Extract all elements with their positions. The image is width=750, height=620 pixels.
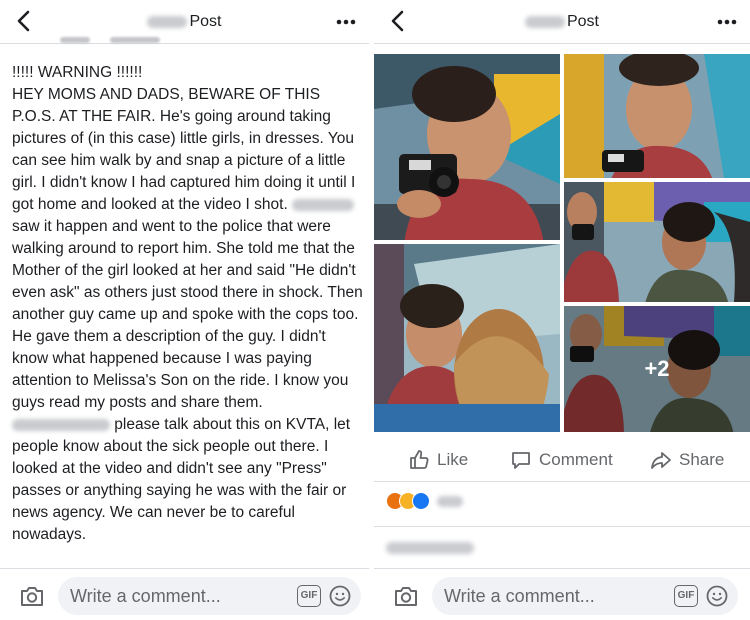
divider — [374, 526, 750, 527]
photo-man-near-girl — [374, 244, 560, 432]
blurred-tagged-name — [292, 198, 355, 211]
comment-label: Comment — [539, 450, 613, 469]
comment-placeholder: Write a comment... — [70, 586, 221, 606]
like-reaction-icon — [412, 492, 430, 510]
page-title: Post — [0, 13, 369, 31]
thumbs-up-icon — [410, 450, 429, 469]
like-label: Like — [437, 450, 469, 469]
photo-man-with-camera — [374, 54, 560, 240]
post-meta-cutoff — [40, 34, 160, 46]
photo-man-and-woman — [564, 182, 750, 302]
share-arrow-icon — [651, 452, 671, 469]
camera-icon[interactable] — [392, 583, 420, 609]
comment-input[interactable]: Write a comment... GIF — [58, 577, 361, 615]
photo-grid: +2 — [374, 54, 750, 432]
post-text-part-2: saw it happen and went to the police tha… — [12, 218, 363, 411]
photo-tile[interactable] — [374, 54, 560, 240]
comment-bar: Write a comment... GIF — [0, 568, 369, 620]
photo-tile-more[interactable]: +2 — [564, 306, 750, 432]
gif-icon[interactable]: GIF — [297, 585, 321, 607]
share-label: Share — [679, 450, 725, 469]
post-text-part-1: !!!!! WARNING !!!!!! HEY MOMS AND DADS, … — [12, 64, 356, 213]
photo-tile[interactable] — [374, 244, 560, 432]
top-bar: Post — [374, 0, 750, 44]
camera-icon[interactable] — [18, 583, 46, 609]
like-button[interactable]: Like — [408, 448, 468, 472]
post-photos-panel: Post +2 Like Comment Share Write a comme… — [374, 0, 750, 620]
emoji-icon[interactable] — [329, 585, 351, 607]
comment-button[interactable]: Comment — [510, 448, 613, 472]
post-text-part-3: please talk about this on KVTA, let peop… — [12, 416, 351, 543]
more-photos-count: +2 — [644, 356, 670, 381]
page-title: Post — [374, 13, 750, 31]
photo-man-looking-down — [564, 54, 750, 178]
photo-tile[interactable] — [564, 182, 750, 302]
comment-bar: Write a comment... GIF — [374, 568, 750, 620]
gif-icon[interactable]: GIF — [674, 585, 698, 607]
top-bar: Post — [0, 0, 369, 44]
post-text-panel: Post !!!!! WARNING !!!!!! HEY MOMS AND D… — [0, 0, 369, 620]
more-options-icon[interactable] — [716, 12, 738, 32]
comment-placeholder: Write a comment... — [444, 586, 595, 606]
post-actions-bar: Like Comment Share — [374, 438, 750, 482]
blurred-author-name — [147, 15, 188, 28]
more-options-icon[interactable] — [335, 12, 357, 32]
comment-input[interactable]: Write a comment... GIF — [432, 577, 738, 615]
share-button[interactable]: Share — [650, 448, 724, 472]
blurred-tagged-name — [12, 418, 110, 431]
blurred-author-name — [524, 15, 565, 28]
photo-tile[interactable] — [564, 54, 750, 178]
comment-icon — [512, 452, 530, 469]
blurred-share-count[interactable] — [386, 542, 474, 554]
post-body-text: !!!!! WARNING !!!!!! HEY MOMS AND DADS, … — [12, 62, 364, 546]
reactions-summary[interactable] — [386, 490, 463, 512]
blurred-reaction-count — [437, 495, 463, 507]
emoji-icon[interactable] — [706, 585, 728, 607]
